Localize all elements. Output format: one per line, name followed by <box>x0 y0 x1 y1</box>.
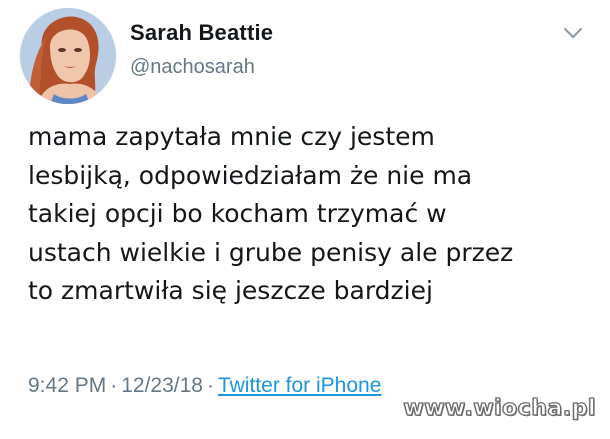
tweet-meta: 9:42 PM · 12/23/18 · Twitter for iPhone <box>28 374 381 398</box>
tweet-card: Sarah Beattie @nachosarah mama zapytała … <box>0 0 610 439</box>
chevron-down-icon[interactable] <box>562 26 584 40</box>
tweet-time[interactable]: 9:42 PM <box>28 374 106 397</box>
tweet-text-line: ustach wielkie i grube penisy ale przez <box>28 237 514 267</box>
tweet-date[interactable]: 12/23/18 <box>121 374 203 397</box>
author-name[interactable]: Sarah Beattie <box>130 20 273 46</box>
tweet-text-line: takiej opcji bo kocham trzymać w <box>28 199 447 228</box>
tweet-source-link[interactable]: Twitter for iPhone <box>218 374 381 397</box>
avatar-image <box>20 8 116 104</box>
author-handle[interactable]: @nachosarah <box>130 56 255 79</box>
tweet-text-line: to zmartwiła się jeszcze bardziej <box>28 276 433 305</box>
avatar[interactable] <box>20 8 116 104</box>
tweet-text: mama zapytała mnie czy jestem lesbijką, … <box>28 118 588 311</box>
tweet-text-line: mama zapytała mnie czy jestem <box>28 122 435 151</box>
meta-separator: · <box>110 374 118 397</box>
watermark: www.wiocha.pl <box>403 395 596 421</box>
tweet-text-line: lesbijką, odpowiedziałam że nie ma <box>28 160 473 190</box>
meta-separator: · <box>206 374 214 397</box>
